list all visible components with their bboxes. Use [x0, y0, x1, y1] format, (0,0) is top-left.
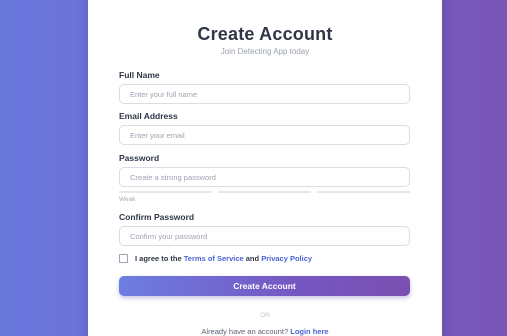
strength-segment [218, 191, 311, 193]
signup-card: Create Account Join Detecting App today … [88, 0, 442, 336]
terms-of-service-link[interactable]: Terms of Service [184, 254, 244, 263]
email-input[interactable] [119, 125, 410, 145]
password-input[interactable] [119, 167, 410, 187]
strength-segment [119, 191, 212, 193]
login-prompt: Already have an account? Login here [88, 327, 442, 336]
page-background: Create Account Join Detecting App today … [0, 0, 507, 336]
terms-row: I agree to the Terms of Service and Priv… [119, 254, 312, 263]
password-strength-meter [119, 191, 410, 193]
password-label: Password [119, 153, 160, 163]
terms-and-text: and [245, 254, 260, 263]
create-account-button[interactable]: Create Account [119, 276, 410, 296]
full-name-input[interactable] [119, 84, 410, 104]
confirm-password-input[interactable] [119, 226, 410, 246]
privacy-policy-link[interactable]: Privacy Policy [261, 254, 312, 263]
email-label: Email Address [119, 111, 178, 121]
full-name-label: Full Name [119, 70, 160, 80]
page-subtitle: Join Detecting App today [220, 47, 310, 56]
confirm-password-label: Confirm Password [119, 212, 195, 222]
terms-text: I agree to the [135, 254, 182, 263]
or-divider: OR [260, 312, 270, 319]
password-strength-label: Weak [119, 196, 136, 203]
strength-segment [317, 191, 410, 193]
login-prompt-text: Already have an account? [201, 327, 289, 336]
login-link[interactable]: Login here [290, 327, 328, 336]
page-title: Create Account [197, 24, 333, 44]
terms-checkbox[interactable] [119, 254, 128, 263]
